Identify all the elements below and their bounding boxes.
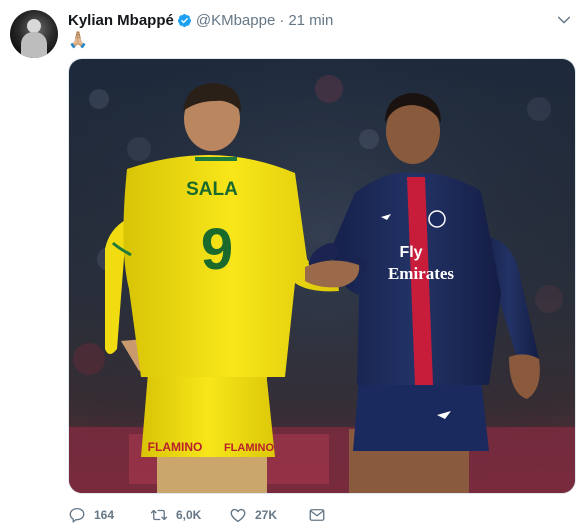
author-name[interactable]: Kylian Mbappé: [68, 12, 174, 29]
reply-button[interactable]: 164: [68, 506, 150, 524]
message-icon: [309, 509, 325, 521]
like-count: 27K: [255, 508, 278, 522]
timestamp[interactable]: 21 min: [288, 12, 333, 29]
shirt-sponsor-emirates: Emirates: [388, 264, 454, 283]
shirt-sponsor-fly: Fly: [399, 244, 422, 261]
verified-icon: [177, 13, 191, 27]
retweet-icon: [150, 509, 168, 521]
avatar[interactable]: [10, 10, 58, 58]
author-handle[interactable]: @KMbappe: [196, 12, 275, 29]
shorts-sponsor-right: FLAMINO: [224, 442, 275, 454]
tweet-actions: 164 6,0K 27K: [68, 504, 326, 526]
psg-crest: [428, 210, 446, 228]
photo-canvas: SALA 9 FLAMINO FLAMINO Fly Emirates: [69, 59, 575, 493]
tweet: Kylian Mbappé @KMbappe · 21 min 🙏🏼 SALA …: [0, 0, 582, 530]
retweet-count: 6,0K: [176, 508, 202, 522]
avatar-head: [27, 19, 41, 33]
shirt-number: 9: [201, 217, 233, 282]
retweet-button[interactable]: 6,0K: [150, 506, 229, 524]
separator-dot: ·: [279, 11, 285, 29]
shirt-name: SALA: [186, 179, 238, 200]
avatar-body: [21, 32, 47, 58]
tweet-photo[interactable]: SALA 9 FLAMINO FLAMINO Fly Emirates: [68, 58, 576, 494]
right-player-shorts: [353, 379, 489, 451]
message-button[interactable]: [308, 506, 326, 524]
caret-down-icon[interactable]: [556, 12, 572, 28]
reply-icon: [69, 507, 85, 523]
reply-count: 164: [94, 508, 115, 522]
shorts-sponsor-left: FLAMINO: [148, 440, 203, 454]
like-icon: [230, 508, 246, 523]
tweet-header: Kylian Mbappé @KMbappe · 21 min: [68, 10, 333, 30]
like-button[interactable]: 27K: [229, 506, 308, 524]
tweet-text: 🙏🏼: [68, 32, 88, 49]
